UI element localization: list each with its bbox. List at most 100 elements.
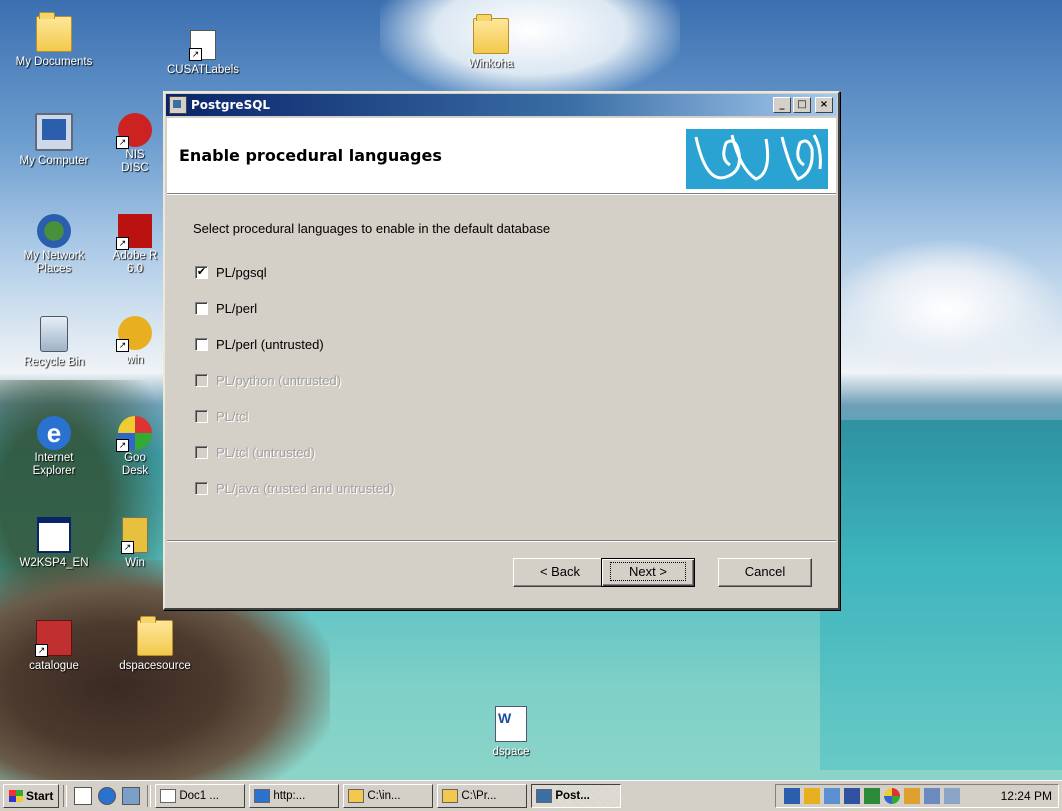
desktop-icon-cusatlabels[interactable]: CUSATLabels — [155, 30, 251, 77]
monitor-tray-icon[interactable] — [824, 788, 840, 804]
recycle-bin-icon — [40, 316, 68, 352]
show-desktop-icon[interactable] — [74, 787, 93, 805]
cancel-button[interactable]: Cancel — [718, 558, 812, 587]
toolbar-divider — [63, 785, 68, 807]
close-button[interactable]: × — [815, 97, 833, 113]
desktop-icon-label: Goo Desk — [121, 452, 149, 477]
footer-separator — [167, 540, 836, 542]
desktop-icon-internet-explorer[interactable]: e Internet Explorer — [6, 416, 102, 478]
language-bar-tray-icon[interactable] — [924, 788, 940, 804]
internet-explorer-icon: e — [37, 416, 71, 450]
desktop-icon-catalogue[interactable]: catalogue — [6, 620, 102, 673]
checkbox-pl-perl[interactable]: PL/perl — [195, 301, 257, 316]
volume-tray-icon[interactable] — [944, 788, 960, 804]
internet-explorer-quicklaunch-icon[interactable] — [98, 787, 117, 805]
task-c-pr[interactable]: C:\Pr... — [437, 784, 528, 808]
maximize-button[interactable]: □ — [793, 97, 811, 113]
desktop-icon-label: catalogue — [29, 660, 79, 672]
folder-icon — [137, 616, 173, 656]
checkbox-box[interactable] — [195, 302, 208, 315]
back-button[interactable]: < Back — [513, 558, 607, 587]
toolbar-divider — [147, 785, 152, 807]
folder-icon — [348, 789, 365, 803]
desktop-icon-label: My Computer — [19, 155, 89, 167]
folder-icon — [473, 14, 509, 54]
desktop-icon-label: dspace — [492, 746, 530, 758]
window-title: PostgreSQL — [191, 98, 271, 112]
task-c-in[interactable]: C:\in... — [343, 784, 434, 808]
task-postgresql[interactable]: Post... — [531, 784, 622, 808]
word-document-icon: W — [495, 706, 527, 742]
desktop-icon-label: My Documents — [15, 56, 93, 68]
folder-icon — [442, 789, 459, 803]
checkbox-label: PL/java (trusted and untrusted) — [216, 481, 395, 496]
nis-disc-shortcut-icon — [116, 113, 152, 149]
desktop-icon-my-documents[interactable]: My Documents — [6, 12, 102, 69]
task-http[interactable]: http:... — [249, 784, 340, 808]
desktop-icon-label: NIS DISC — [121, 149, 149, 174]
checkbox-label: PL/python (untrusted) — [216, 373, 342, 388]
next-button[interactable]: Next > — [601, 558, 695, 587]
desktop-icon-win[interactable]: Win — [110, 517, 160, 570]
desktop-icon-adobe-reader[interactable]: Adobe R 6.0 — [110, 214, 160, 276]
task-label: http:... — [273, 790, 306, 802]
word-document-icon — [160, 789, 177, 803]
desktop-icon-label: My Network Places — [23, 250, 85, 275]
taskbar: Start Doc1 ... http:... C:\in... C:\Pr..… — [0, 780, 1062, 811]
network-tray-icon[interactable] — [784, 788, 800, 804]
checkbox-box — [195, 446, 208, 459]
desktop-icon-label: Internet Explorer — [32, 452, 76, 477]
checkbox-label: PL/perl — [216, 301, 258, 316]
desktop-icon-my-network-places[interactable]: My Network Places — [6, 214, 102, 276]
desktop-icon-dspacesource[interactable]: dspacesource — [107, 616, 203, 673]
installer-icon — [169, 96, 187, 114]
update-tray-icon[interactable] — [804, 788, 820, 804]
shortcut-file-icon — [189, 30, 216, 61]
desktop-icon-win-setup[interactable]: win — [110, 316, 160, 367]
checkbox-label: PL/tcl — [216, 409, 249, 424]
launch-channels-icon[interactable] — [122, 787, 141, 805]
adobe-reader-shortcut-icon — [116, 214, 152, 250]
task-label: C:\in... — [367, 790, 401, 802]
checkbox-box[interactable] — [195, 338, 208, 351]
checkbox-pl-pgsql[interactable]: ✔ PL/pgsql — [195, 265, 267, 280]
postgresql-installer-dialog: PostgreSQL _ □ × Enable procedural langu… — [163, 91, 840, 610]
cloud-bank — [830, 240, 1062, 380]
my-documents-icon — [36, 12, 72, 52]
desktop-icon-label: CUSATLabels — [166, 64, 239, 76]
desktop-icon-label: dspacesource — [119, 660, 191, 672]
checkbox-pl-perl-untrusted[interactable]: PL/perl (untrusted) — [195, 337, 324, 352]
desktop-icon-label: Winkoha — [468, 58, 514, 70]
wizard-content: Select procedural languages to enable in… — [167, 194, 836, 540]
shield-tray-icon[interactable] — [844, 788, 860, 804]
google-desktop-shortcut-icon — [116, 416, 152, 452]
desktop-icon-google-desktop[interactable]: Goo Desk — [110, 416, 160, 478]
wizard-header: Enable procedural languages — [167, 118, 836, 194]
win-shortcut-icon — [121, 517, 148, 554]
google-desktop-tray-icon[interactable] — [884, 788, 900, 804]
desktop-icon-label: win — [126, 354, 144, 366]
setup-shortcut-icon — [116, 316, 152, 352]
task-doc1[interactable]: Doc1 ... — [155, 784, 246, 808]
instruction-text: Select procedural languages to enable in… — [193, 221, 551, 236]
app-tray-icon[interactable] — [904, 788, 920, 804]
minimize-button[interactable]: _ — [773, 97, 791, 113]
clock[interactable]: 12:24 PM — [1001, 789, 1052, 803]
desktop-icon-my-computer[interactable]: My Computer — [6, 113, 102, 168]
desktop-icon-dspace[interactable]: W dspace — [463, 706, 559, 759]
desktop-icon-winkoha[interactable]: Winkoha — [443, 14, 539, 71]
desktop-icon-nis-disc[interactable]: NIS DISC — [110, 113, 160, 175]
desktop-icon-recycle-bin[interactable]: Recycle Bin — [6, 316, 102, 369]
antivirus-tray-icon[interactable] — [864, 788, 880, 804]
sea — [820, 420, 1062, 770]
checkbox-pl-tcl-untrusted: PL/tcl (untrusted) — [195, 445, 315, 460]
desktop-icon-label: Recycle Bin — [23, 356, 85, 368]
checkbox-box — [195, 410, 208, 423]
desktop-icon-w2ksp4[interactable]: W2KSP4_EN — [6, 517, 102, 570]
postgresql-elephant-logo-icon — [686, 129, 828, 189]
desktop-icon-label: Win — [125, 557, 145, 569]
start-button[interactable]: Start — [3, 784, 60, 808]
checkbox-label: PL/pgsql — [216, 265, 267, 280]
checkmark-icon[interactable]: ✔ — [195, 266, 208, 279]
title-bar[interactable]: PostgreSQL _ □ × — [166, 94, 837, 116]
